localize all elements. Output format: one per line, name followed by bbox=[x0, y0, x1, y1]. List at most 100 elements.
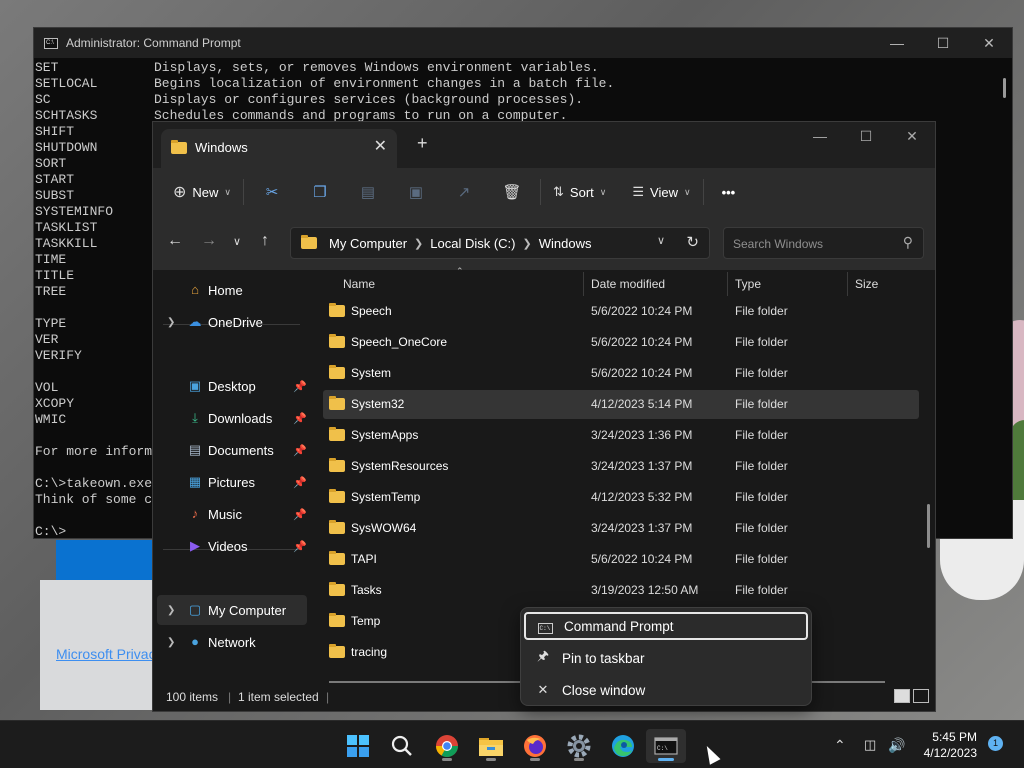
sidebar-item-music[interactable]: ♪ Music 📌 bbox=[157, 499, 307, 529]
new-tab-icon[interactable]: + bbox=[417, 133, 428, 154]
tab-close-icon[interactable]: ✕ bbox=[374, 136, 387, 156]
file-row[interactable]: SysWOW64 3/24/2023 1:37 PM File folder bbox=[323, 514, 919, 543]
file-row[interactable]: Speech_OneCore 5/6/2022 10:24 PM File fold… bbox=[323, 328, 919, 357]
sidebar-item-downloads[interactable]: ⤓ Downloads 📌 bbox=[157, 403, 307, 433]
console-command: TIME bbox=[35, 252, 67, 267]
search-box[interactable]: ⚲ bbox=[723, 227, 924, 260]
breadcrumb-item[interactable]: Windows bbox=[539, 236, 592, 251]
maximize-button[interactable]: ☐ bbox=[843, 122, 889, 152]
network-status[interactable]: ◫ bbox=[864, 721, 876, 768]
edge-button[interactable] bbox=[603, 729, 643, 763]
start-button[interactable] bbox=[338, 729, 378, 763]
sidebar-item-home[interactable]: ⌂ Home bbox=[157, 275, 307, 305]
file-row[interactable]: SystemResources 3/24/2023 1:37 PM File fol… bbox=[323, 452, 919, 481]
file-row[interactable]: SystemTemp 4/12/2023 5:32 PM File folder bbox=[323, 483, 919, 512]
explorer-tab-bar: Windows ✕ + — ☐ ✕ bbox=[153, 122, 935, 168]
file-explorer-button[interactable] bbox=[471, 729, 511, 763]
delete-icon[interactable]: 🗑 bbox=[488, 175, 536, 209]
sidebar-item-documents[interactable]: ▤ Documents 📌 bbox=[157, 435, 307, 465]
back-arrow-icon[interactable]: ← bbox=[167, 232, 183, 250]
console-command: TYPE bbox=[35, 316, 67, 331]
menu-item-command-prompt[interactable]: C:\ Command Prompt bbox=[524, 612, 808, 640]
column-header-type[interactable]: Type bbox=[735, 270, 761, 300]
up-arrow-icon[interactable]: ↑ bbox=[261, 232, 269, 250]
sort-button[interactable]: ⇅ Sort ∨ bbox=[545, 175, 614, 209]
cmd-title-bar[interactable]: C:\ Administrator: Command Prompt — ☐ ✕ bbox=[34, 28, 1012, 58]
network-icon: ● bbox=[191, 634, 199, 649]
tiles-view-icon[interactable] bbox=[913, 689, 929, 703]
file-list-scrollbar[interactable] bbox=[927, 504, 930, 548]
folder-icon bbox=[329, 396, 345, 410]
paste-icon[interactable]: ▤ bbox=[344, 175, 392, 209]
address-bar[interactable]: My Computer ❯ Local Disk (C:) ❯ Windows … bbox=[290, 227, 710, 259]
menu-item-pin-to-taskbar[interactable]: 🖈 Pin to taskbar bbox=[524, 644, 808, 672]
console-command: SHIFT bbox=[35, 124, 75, 139]
file-row[interactable]: System 5/6/2022 10:24 PM File folder bbox=[323, 359, 919, 388]
see-more-button[interactable]: ••• bbox=[714, 175, 744, 209]
chevron-right-icon: ❯ bbox=[522, 237, 532, 250]
share-icon[interactable]: ↗ bbox=[440, 175, 488, 209]
sidebar-item-pictures[interactable]: ▦ Pictures 📌 bbox=[157, 467, 307, 497]
search-icon[interactable]: ⚲ bbox=[903, 234, 913, 251]
background-link[interactable]: Microsoft Privac bbox=[56, 646, 156, 662]
breadcrumb-item[interactable]: Local Disk (C:) bbox=[430, 236, 515, 251]
close-button[interactable]: ✕ bbox=[966, 35, 1012, 52]
copy-icon[interactable]: ❐ bbox=[296, 175, 344, 209]
chevron-right-icon[interactable]: ❯ bbox=[167, 605, 175, 616]
view-button[interactable]: ☰ View ∨ bbox=[624, 175, 698, 209]
file-row[interactable]: TAPI 5/6/2022 10:24 PM File folder bbox=[323, 545, 919, 574]
sidebar-item-network[interactable]: ❯ ● Network bbox=[157, 627, 307, 657]
start-icon bbox=[347, 735, 369, 757]
forward-arrow-icon[interactable]: → bbox=[201, 232, 217, 250]
chevron-right-icon[interactable]: ❯ bbox=[167, 317, 175, 328]
cmd-scrollbar[interactable] bbox=[1003, 78, 1006, 98]
minimize-button[interactable]: — bbox=[797, 122, 843, 152]
firefox-button[interactable] bbox=[515, 729, 555, 763]
pictures-icon: ▦ bbox=[188, 474, 202, 489]
refresh-icon[interactable]: ↻ bbox=[686, 233, 699, 251]
sidebar-item-desktop[interactable]: ▣ Desktop 📌 bbox=[157, 371, 307, 401]
sidebar-item-my-computer[interactable]: ❯ ▢ My Computer bbox=[157, 595, 307, 625]
notification-badge[interactable]: 1 bbox=[988, 736, 1003, 751]
explorer-tab[interactable]: Windows ✕ bbox=[161, 129, 397, 168]
chevron-up-icon: ⌃ bbox=[834, 736, 846, 753]
file-row[interactable]: Speech 5/6/2022 10:24 PM File folder bbox=[323, 297, 919, 326]
details-view-icon[interactable] bbox=[894, 689, 910, 703]
column-header-date[interactable]: Date modified bbox=[591, 270, 665, 300]
minimize-button[interactable]: — bbox=[874, 35, 920, 52]
maximize-button[interactable]: ☐ bbox=[920, 35, 966, 52]
chevron-right-icon[interactable]: ❯ bbox=[167, 637, 175, 648]
cut-icon[interactable]: ✂ bbox=[248, 175, 296, 209]
rename-icon[interactable]: ▣ bbox=[392, 175, 440, 209]
column-header-size[interactable]: Size bbox=[855, 270, 878, 300]
settings-button[interactable] bbox=[559, 729, 599, 763]
navigation-pane: ⌂ Home ❯ ☁ OneDrive ▣ Desktop 📌 ⤓ Downloads 📌 ▤ Docu… bbox=[153, 270, 311, 682]
search-button[interactable] bbox=[382, 729, 422, 763]
file-type: File folder bbox=[735, 552, 788, 566]
clock[interactable]: 5:45 PM 4/12/2023 bbox=[908, 729, 977, 761]
chrome-button[interactable] bbox=[427, 729, 467, 763]
folder-icon bbox=[329, 458, 345, 472]
show-hidden-icons[interactable]: ⌃ bbox=[834, 721, 846, 768]
sidebar-item-videos[interactable]: ▶ Videos 📌 bbox=[157, 531, 307, 561]
column-header-name[interactable]: Name bbox=[343, 270, 375, 300]
close-button[interactable]: ✕ bbox=[889, 122, 935, 152]
search-input[interactable] bbox=[724, 228, 895, 260]
sidebar-item-onedrive[interactable]: ❯ ☁ OneDrive bbox=[157, 307, 307, 337]
taskbar: C:\ ⌃ ◫ 🔊 5:45 PM 4/12/2023 1 bbox=[0, 720, 1024, 768]
command-prompt-taskbar-button[interactable]: C:\ bbox=[646, 729, 686, 763]
chevron-down-icon[interactable]: ∨ bbox=[657, 234, 665, 247]
file-row[interactable]: System32 4/12/2023 5:14 PM File folder bbox=[323, 390, 919, 419]
breadcrumb-item[interactable]: My Computer bbox=[329, 236, 407, 251]
file-row[interactable]: SystemApps 3/24/2023 1:36 PM File folder bbox=[323, 421, 919, 450]
folder-icon bbox=[329, 582, 345, 596]
new-button[interactable]: ⊕ New ∨ bbox=[165, 175, 239, 209]
recent-locations-icon[interactable]: ∨ bbox=[233, 235, 241, 248]
file-row[interactable]: Tasks 3/19/2023 12:50 AM File folder bbox=[323, 576, 919, 605]
file-type: File folder bbox=[735, 521, 788, 535]
menu-item-close-window[interactable]: ✕ Close window bbox=[524, 676, 808, 704]
pin-icon: 📌 bbox=[293, 508, 307, 521]
console-command: SCHTASKS bbox=[35, 108, 98, 123]
console-command: Think of some c bbox=[35, 492, 153, 507]
volume-status[interactable]: 🔊 bbox=[888, 721, 905, 768]
